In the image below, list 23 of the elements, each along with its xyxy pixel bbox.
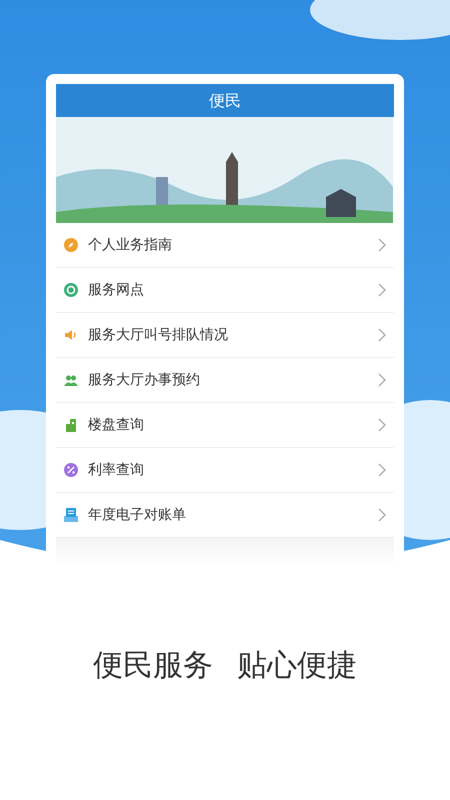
- menu-item-label: 服务大厅办事预约: [88, 371, 201, 389]
- menu-item-label: 个人业务指南: [88, 236, 173, 254]
- menu-item[interactable]: 楼盘查询: [56, 403, 394, 448]
- menu-item[interactable]: 服务大厅办事预约: [56, 358, 394, 403]
- menu-item[interactable]: 服务大厅叫号排队情况: [56, 313, 394, 358]
- chevron-icon: [378, 418, 386, 432]
- slogan-text: 便民服务: [93, 647, 213, 685]
- chevron-icon: [378, 238, 386, 252]
- menu-item[interactable]: 服务网点: [56, 268, 394, 313]
- chevron-icon: [378, 373, 386, 387]
- chevron-icon: [378, 508, 386, 522]
- chevron-icon: [378, 283, 386, 297]
- chevron-icon: [378, 463, 386, 477]
- chevron-icon: [378, 328, 386, 342]
- menu-item-label: 服务大厅叫号排队情况: [88, 326, 229, 344]
- menu-item-label: 楼盘查询: [88, 416, 145, 434]
- menu-item[interactable]: 利率查询: [56, 448, 394, 493]
- menu-item-label: 服务网点: [88, 281, 145, 299]
- menu-item-label: 利率查询: [88, 461, 145, 479]
- menu-item[interactable]: 个人业务指南: [56, 223, 394, 268]
- header-title: 便民: [56, 84, 394, 117]
- menu-item-label: 年度电子对账单: [88, 506, 187, 524]
- slogan-text: 贴心便捷: [237, 647, 357, 685]
